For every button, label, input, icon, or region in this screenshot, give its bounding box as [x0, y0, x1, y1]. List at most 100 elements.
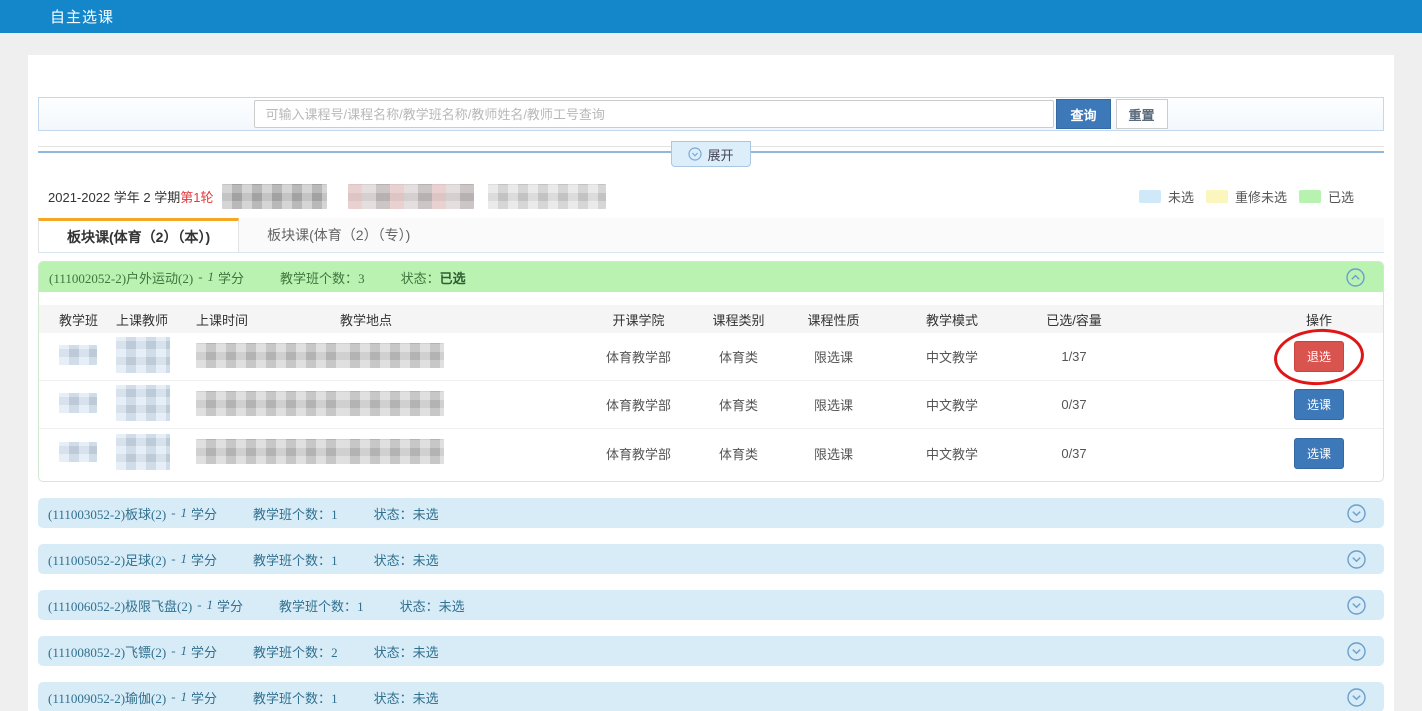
col-header-capacity: 已选/容量 — [1023, 310, 1125, 329]
app-header: 自主选课 — [0, 0, 1422, 33]
col-header-class: 教学班 — [39, 310, 107, 329]
drop-course-button[interactable]: 退选 — [1294, 341, 1344, 372]
college-cell: 体育教学部 — [586, 395, 691, 414]
course-panel-collapsed: (111005052-2)足球(2) - 1 学分 教学班个数：1 状态：未选 — [38, 544, 1384, 574]
term-row: 2021-2022 学年 2 学期 第1轮 未选 重修未选 已选 — [38, 182, 1384, 210]
legend-label: 重修未选 — [1235, 187, 1287, 206]
course-status: 状态：已选 — [401, 268, 466, 287]
course-status: 状态：未选 — [374, 642, 439, 661]
credit-unit: 学分 — [191, 688, 217, 707]
capacity-cell: 1/37 — [1023, 349, 1125, 364]
capacity-cell: 0/37 — [1023, 397, 1125, 412]
redacted-teacher-name — [116, 434, 170, 470]
mode-cell: 中文教学 — [881, 395, 1023, 414]
course-panel-collapsed: (111008052-2)飞镖(2) - 1 学分 教学班个数：2 状态：未选 — [38, 636, 1384, 666]
course-credit: 1 — [208, 269, 215, 285]
course-name: (111003052-2)板球(2) — [48, 504, 166, 523]
selected-swatch — [1299, 190, 1321, 203]
dash: - — [171, 551, 175, 567]
tab-label: 板块课(体育（2）（本）) — [67, 227, 210, 247]
nature-cell: 限选课 — [786, 444, 881, 463]
course-heading-cricket[interactable]: (111003052-2)板球(2) - 1 学分 教学班个数：1 状态：未选 — [38, 498, 1384, 528]
chevron-down-circle-icon[interactable] — [1347, 550, 1366, 569]
dash: - — [171, 505, 175, 521]
select-course-button[interactable]: 选课 — [1294, 389, 1344, 420]
table-header-row: 教学班 上课教师 上课时间 教学地点 开课学院 课程类别 课程性质 教学模式 已… — [39, 305, 1383, 333]
redacted-class-time — [196, 439, 348, 464]
course-credit: 1 — [181, 689, 188, 705]
course-credit: 1 — [181, 643, 188, 659]
course-panel-collapsed: (111009052-2)瑜伽(2) - 1 学分 教学班个数：1 状态：未选 — [38, 682, 1384, 711]
nature-cell: 限选课 — [786, 395, 881, 414]
college-cell: 体育教学部 — [586, 347, 691, 366]
course-heading-ultimate-frisbee[interactable]: (111006052-2)极限飞盘(2) - 1 学分 教学班个数：1 状态：未… — [38, 590, 1384, 620]
class-count: 教学班个数：1 — [253, 550, 338, 569]
chevron-down-circle-icon[interactable] — [1347, 642, 1366, 661]
course-panel-expanded: (111002052-2)户外运动(2) - 1 学分 教学班个数：3 状态：已… — [38, 261, 1384, 482]
course-heading-darts[interactable]: (111008052-2)飞镖(2) - 1 学分 教学班个数：2 状态：未选 — [38, 636, 1384, 666]
retake-unselected-swatch — [1206, 190, 1228, 203]
chevron-down-circle-icon[interactable] — [1347, 688, 1366, 707]
course-name: (111008052-2)飞镖(2) — [48, 642, 166, 661]
redacted-teacher-name — [116, 337, 170, 373]
col-header-nature: 课程性质 — [786, 310, 881, 329]
credit-unit: 学分 — [191, 550, 217, 569]
col-header-teacher: 上课教师 — [107, 310, 187, 329]
credit-unit: 学分 — [218, 268, 244, 287]
course-status: 状态：未选 — [374, 688, 439, 707]
select-course-button[interactable]: 选课 — [1294, 438, 1344, 469]
redacted-student-info — [488, 184, 606, 209]
chevron-down-circle-icon — [688, 147, 702, 161]
class-count: 教学班个数：1 — [253, 688, 338, 707]
term-round-label: 第1轮 — [180, 187, 213, 206]
nature-cell: 限选课 — [786, 347, 881, 366]
filter-divider: 展开 — [38, 131, 1384, 167]
capacity-cell: 0/37 — [1023, 446, 1125, 461]
unselected-swatch — [1139, 190, 1161, 203]
mode-cell: 中文教学 — [881, 347, 1023, 366]
dash: - — [198, 269, 202, 285]
college-cell: 体育教学部 — [586, 444, 691, 463]
course-heading-yoga[interactable]: (111009052-2)瑜伽(2) - 1 学分 教学班个数：1 状态：未选 — [38, 682, 1384, 711]
chevron-down-circle-icon[interactable] — [1347, 504, 1366, 523]
course-heading-soccer[interactable]: (111005052-2)足球(2) - 1 学分 教学班个数：1 状态：未选 — [38, 544, 1384, 574]
reset-button[interactable]: 重置 — [1116, 99, 1168, 129]
expand-label: 展开 — [707, 145, 733, 164]
redacted-class-name — [59, 442, 97, 462]
tab-pe-undergraduate[interactable]: 板块课(体育（2）（本）) — [38, 218, 239, 252]
course-panel-collapsed: (111003052-2)板球(2) - 1 学分 教学班个数：1 状态：未选 — [38, 498, 1384, 528]
course-name: (111009052-2)瑜伽(2) — [48, 688, 166, 707]
course-credit: 1 — [207, 597, 214, 613]
expand-button[interactable]: 展开 — [671, 141, 751, 167]
redacted-student-info — [222, 184, 327, 209]
redacted-student-info — [348, 184, 474, 209]
course-credit: 1 — [181, 551, 188, 567]
class-table: 教学班 上课教师 上课时间 教学地点 开课学院 课程类别 课程性质 教学模式 已… — [39, 292, 1383, 481]
redacted-class-time — [196, 391, 348, 416]
col-header-college: 开课学院 — [586, 310, 691, 329]
course-name: (111005052-2)足球(2) — [48, 550, 166, 569]
legend-label: 已选 — [1328, 187, 1354, 206]
redacted-class-place — [340, 439, 444, 464]
course-panel-collapsed: (111006052-2)极限飞盘(2) - 1 学分 教学班个数：1 状态：未… — [38, 590, 1384, 620]
credit-unit: 学分 — [217, 596, 243, 615]
legend-item-selected: 已选 — [1299, 187, 1354, 206]
redacted-class-time — [196, 343, 348, 368]
table-row: 体育教学部 体育类 限选课 中文教学 0/37 选课 — [39, 429, 1383, 477]
chevron-down-circle-icon[interactable] — [1347, 596, 1366, 615]
course-heading-selected[interactable]: (111002052-2)户外运动(2) - 1 学分 教学班个数：3 状态：已… — [39, 262, 1383, 292]
credit-unit: 学分 — [191, 504, 217, 523]
category-cell: 体育类 — [691, 347, 786, 366]
course-block-tabs: 板块课(体育（2）（本）) 板块课(体育（2）（专）) — [38, 218, 1384, 253]
redacted-class-name — [59, 393, 97, 413]
search-panel: 查询 重置 — [38, 97, 1384, 131]
search-input[interactable] — [254, 100, 1054, 128]
table-row: 体育教学部 体育类 限选课 中文教学 1/37 退选 — [39, 333, 1383, 381]
mode-cell: 中文教学 — [881, 444, 1023, 463]
tab-pe-vocational[interactable]: 板块课(体育（2）（专）) — [239, 218, 438, 252]
redacted-class-place — [340, 343, 444, 368]
chevron-up-circle-icon[interactable] — [1346, 268, 1365, 287]
class-count: 教学班个数：1 — [253, 504, 338, 523]
query-button[interactable]: 查询 — [1056, 99, 1110, 129]
course-status: 状态：未选 — [400, 596, 465, 615]
